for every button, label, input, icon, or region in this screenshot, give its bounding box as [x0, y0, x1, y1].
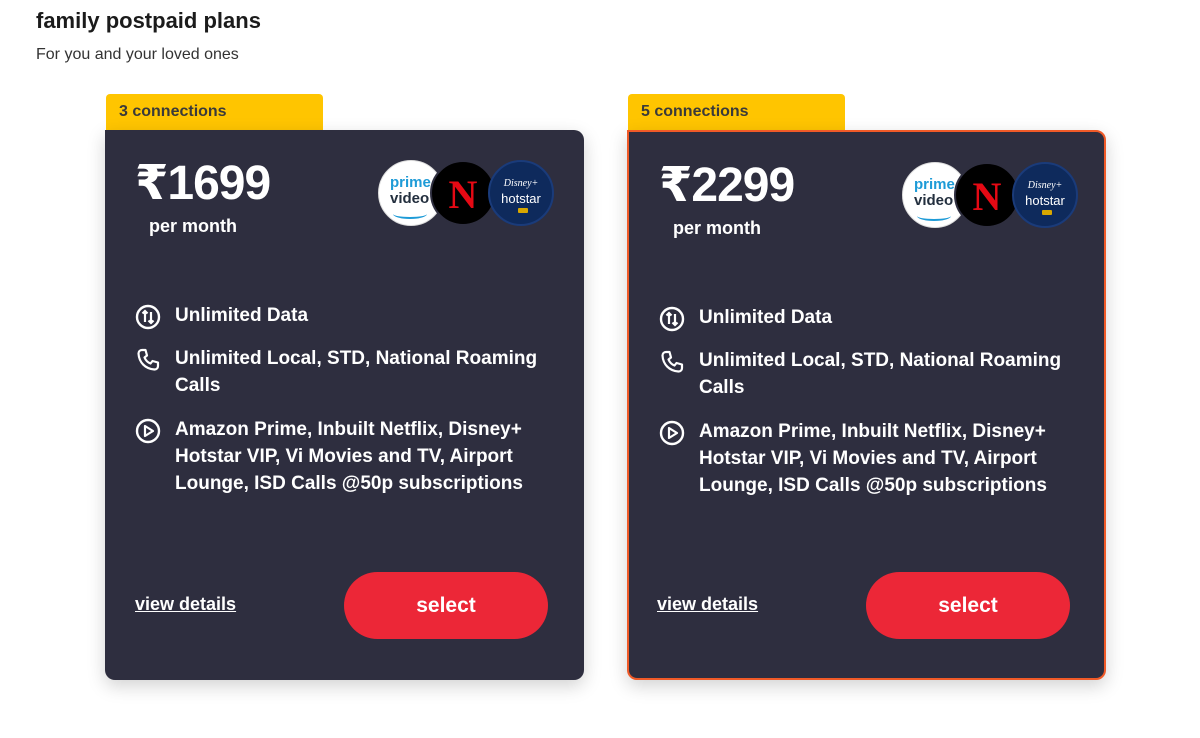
feature-subscriptions: Amazon Prime, Inbuilt Netflix, Disney+ H…	[135, 416, 555, 497]
prime-smile-icon	[917, 211, 951, 221]
feature-unlimited-data: Unlimited Data	[135, 302, 555, 330]
select-button[interactable]: select	[866, 572, 1070, 639]
feature-text: Amazon Prime, Inbuilt Netflix, Disney+ H…	[175, 419, 523, 494]
plan-price: ₹2299	[659, 159, 795, 212]
plan-card-3-connections: 3 connections ₹1699 per month prime vide…	[105, 94, 584, 680]
disney-text: Disney+	[503, 178, 539, 189]
prime-logo-line1: prime	[914, 176, 955, 193]
feature-text: Unlimited Local, STD, National Roaming C…	[699, 350, 1062, 398]
netflix-logo: N	[954, 162, 1020, 228]
plan-price: ₹1699	[135, 157, 271, 210]
play-icon	[135, 418, 161, 444]
prime-logo-line2: video	[390, 190, 430, 207]
plan-card-body: ₹1699 per month prime video N Disney+ ho…	[105, 130, 584, 680]
vip-badge	[1042, 210, 1052, 215]
view-details-link[interactable]: view details	[657, 594, 758, 615]
plan-period: per month	[673, 218, 761, 238]
feature-text: Amazon Prime, Inbuilt Netflix, Disney+ H…	[699, 421, 1047, 496]
page-title: family postpaid plans	[36, 8, 261, 33]
view-details-link[interactable]: view details	[135, 594, 236, 615]
feature-calls: Unlimited Local, STD, National Roaming C…	[135, 345, 555, 399]
feature-text: Unlimited Data	[175, 305, 309, 326]
feature-unlimited-data: Unlimited Data	[659, 304, 1079, 332]
feature-calls: Unlimited Local, STD, National Roaming C…	[659, 347, 1079, 401]
disney-text: Disney+	[1027, 180, 1063, 191]
disney-hotstar-logo: Disney+ hotstar	[488, 160, 554, 226]
netflix-letter: N	[448, 172, 478, 217]
vip-badge	[518, 208, 528, 213]
phone-icon	[137, 348, 160, 371]
phone-icon	[661, 350, 684, 373]
feature-subscriptions: Amazon Prime, Inbuilt Netflix, Disney+ H…	[659, 418, 1079, 499]
select-button[interactable]: select	[344, 572, 548, 639]
feature-text: Unlimited Data	[699, 307, 833, 328]
data-arrows-icon	[135, 304, 161, 330]
page-subtitle: For you and your loved ones	[36, 46, 239, 63]
ott-logos: prime video N Disney+ hotstar	[378, 160, 558, 228]
disney-hotstar-logo: Disney+ hotstar	[1012, 162, 1078, 228]
prime-smile-icon	[393, 209, 427, 219]
hotstar-text: hotstar	[501, 191, 541, 206]
plan-card-5-connections: 5 connections ₹2299 per month prime vide…	[627, 94, 1106, 680]
plan-card-body: ₹2299 per month prime video N Disney+ ho…	[627, 130, 1106, 680]
connections-tag: 5 connections	[628, 94, 845, 131]
connections-tag: 3 connections	[106, 94, 323, 131]
hotstar-text: hotstar	[1025, 193, 1065, 208]
feature-text: Unlimited Local, STD, National Roaming C…	[175, 348, 538, 396]
data-arrows-icon	[659, 306, 685, 332]
ott-logos: prime video N Disney+ hotstar	[902, 162, 1082, 230]
plan-period: per month	[149, 216, 237, 236]
prime-logo-line1: prime	[390, 174, 431, 191]
netflix-letter: N	[972, 174, 1002, 219]
netflix-logo: N	[430, 160, 496, 226]
play-icon	[659, 420, 685, 446]
prime-logo-line2: video	[914, 192, 954, 209]
